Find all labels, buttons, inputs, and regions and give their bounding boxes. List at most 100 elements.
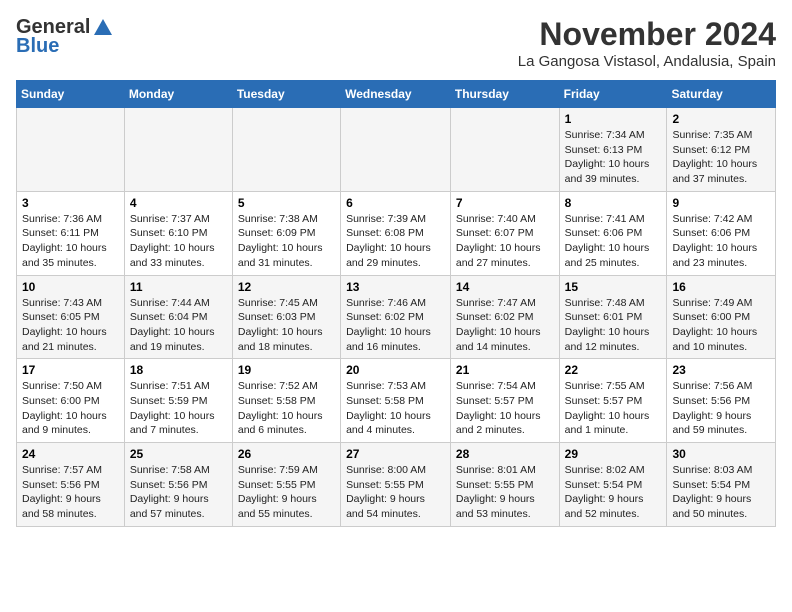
calendar-cell: 23 Sunrise: 7:56 AM Sunset: 5:56 PM Dayli…	[667, 359, 776, 443]
day-number: 11	[130, 280, 227, 294]
day-number: 27	[346, 447, 445, 461]
day-info: Sunrise: 7:36 AM Sunset: 6:11 PM Dayligh…	[22, 212, 119, 271]
day-info: Sunrise: 8:00 AM Sunset: 5:55 PM Dayligh…	[346, 463, 445, 522]
calendar-cell: 6 Sunrise: 7:39 AM Sunset: 6:08 PM Daylig…	[341, 191, 451, 275]
day-info: Sunrise: 7:56 AM Sunset: 5:56 PM Dayligh…	[672, 379, 770, 438]
header: General Blue November 2024 La Gangosa Vi…	[16, 16, 776, 70]
day-number: 24	[22, 447, 119, 461]
week-row-3: 10Sunrise: 7:43 AM Sunset: 6:05 PM Dayli…	[17, 275, 776, 359]
day-info: Sunrise: 7:52 AM Sunset: 5:58 PM Dayligh…	[238, 379, 335, 438]
calendar-cell: 2 Sunrise: 7:35 AM Sunset: 6:12 PM Daylig…	[667, 108, 776, 192]
logo: General Blue	[16, 16, 114, 58]
day-info: Sunrise: 7:34 AM Sunset: 6:13 PM Dayligh…	[565, 128, 662, 187]
day-info: Sunrise: 7:57 AM Sunset: 5:56 PM Dayligh…	[22, 463, 119, 522]
day-number: 8	[565, 196, 662, 210]
calendar-cell: 17 Sunrise: 7:50 AM Sunset: 6:00 PM Dayli…	[17, 359, 125, 443]
calendar-cell: 26 Sunrise: 7:59 AM Sunset: 5:55 PM Dayli…	[232, 443, 340, 527]
calendar-cell: 5 Sunrise: 7:38 AM Sunset: 6:09 PM Daylig…	[232, 191, 340, 275]
day-number: 12	[238, 280, 335, 294]
calendar-cell	[232, 108, 340, 192]
day-info: Sunrise: 7:46 AM Sunset: 6:02 PM Dayligh…	[346, 296, 445, 355]
column-header-tuesday: Tuesday	[232, 81, 340, 108]
day-number: 17	[22, 363, 119, 377]
day-number: 1	[565, 112, 662, 126]
calendar-cell: 18Sunrise: 7:51 AM Sunset: 5:59 PM Dayli…	[124, 359, 232, 443]
day-number: 21	[456, 363, 554, 377]
location-title: La Gangosa Vistasol, Andalusia, Spain	[518, 53, 776, 70]
calendar-cell: 8Sunrise: 7:41 AM Sunset: 6:06 PM Daylig…	[559, 191, 667, 275]
calendar-cell: 4Sunrise: 7:37 AM Sunset: 6:10 PM Daylig…	[124, 191, 232, 275]
calendar-cell	[341, 108, 451, 192]
day-number: 2	[672, 112, 770, 126]
day-number: 18	[130, 363, 227, 377]
week-row-4: 17 Sunrise: 7:50 AM Sunset: 6:00 PM Dayli…	[17, 359, 776, 443]
month-title: November 2024	[518, 16, 776, 53]
week-row-2: 3 Sunrise: 7:36 AM Sunset: 6:11 PM Daylig…	[17, 191, 776, 275]
day-info: Sunrise: 7:59 AM Sunset: 5:55 PM Dayligh…	[238, 463, 335, 522]
calendar-cell: 13 Sunrise: 7:46 AM Sunset: 6:02 PM Dayli…	[341, 275, 451, 359]
day-number: 3	[22, 196, 119, 210]
calendar-cell: 11 Sunrise: 7:44 AM Sunset: 6:04 PM Dayli…	[124, 275, 232, 359]
calendar-cell: 7 Sunrise: 7:40 AM Sunset: 6:07 PM Daylig…	[450, 191, 559, 275]
day-info: Sunrise: 7:55 AM Sunset: 5:57 PM Dayligh…	[565, 379, 662, 438]
title-section: November 2024 La Gangosa Vistasol, Andal…	[518, 16, 776, 70]
day-info: Sunrise: 7:58 AM Sunset: 5:56 PM Dayligh…	[130, 463, 227, 522]
day-info: Sunrise: 7:45 AM Sunset: 6:03 PM Dayligh…	[238, 296, 335, 355]
day-info: Sunrise: 7:35 AM Sunset: 6:12 PM Dayligh…	[672, 128, 770, 187]
calendar-table: SundayMondayTuesdayWednesdayThursdayFrid…	[16, 80, 776, 527]
day-number: 28	[456, 447, 554, 461]
day-info: Sunrise: 7:50 AM Sunset: 6:00 PM Dayligh…	[22, 379, 119, 438]
day-number: 25	[130, 447, 227, 461]
calendar-cell: 27 Sunrise: 8:00 AM Sunset: 5:55 PM Dayli…	[341, 443, 451, 527]
day-number: 15	[565, 280, 662, 294]
column-header-saturday: Saturday	[667, 81, 776, 108]
week-row-5: 24 Sunrise: 7:57 AM Sunset: 5:56 PM Dayli…	[17, 443, 776, 527]
day-number: 7	[456, 196, 554, 210]
day-number: 9	[672, 196, 770, 210]
day-number: 26	[238, 447, 335, 461]
day-info: Sunrise: 8:01 AM Sunset: 5:55 PM Dayligh…	[456, 463, 554, 522]
calendar-cell: 3 Sunrise: 7:36 AM Sunset: 6:11 PM Daylig…	[17, 191, 125, 275]
calendar-cell: 14Sunrise: 7:47 AM Sunset: 6:02 PM Dayli…	[450, 275, 559, 359]
logo-text-blue: Blue	[16, 35, 59, 58]
calendar-cell: 25 Sunrise: 7:58 AM Sunset: 5:56 PM Dayli…	[124, 443, 232, 527]
column-header-sunday: Sunday	[17, 81, 125, 108]
day-info: Sunrise: 7:39 AM Sunset: 6:08 PM Dayligh…	[346, 212, 445, 271]
day-number: 6	[346, 196, 445, 210]
calendar-cell	[124, 108, 232, 192]
day-info: Sunrise: 7:40 AM Sunset: 6:07 PM Dayligh…	[456, 212, 554, 271]
day-number: 19	[238, 363, 335, 377]
calendar-cell: 28 Sunrise: 8:01 AM Sunset: 5:55 PM Dayli…	[450, 443, 559, 527]
week-row-1: 1 Sunrise: 7:34 AM Sunset: 6:13 PM Daylig…	[17, 108, 776, 192]
day-info: Sunrise: 8:03 AM Sunset: 5:54 PM Dayligh…	[672, 463, 770, 522]
day-info: Sunrise: 7:47 AM Sunset: 6:02 PM Dayligh…	[456, 296, 554, 355]
day-number: 23	[672, 363, 770, 377]
day-number: 16	[672, 280, 770, 294]
calendar-cell: 21Sunrise: 7:54 AM Sunset: 5:57 PM Dayli…	[450, 359, 559, 443]
calendar-cell: 30Sunrise: 8:03 AM Sunset: 5:54 PM Dayli…	[667, 443, 776, 527]
day-info: Sunrise: 7:48 AM Sunset: 6:01 PM Dayligh…	[565, 296, 662, 355]
calendar-cell: 20 Sunrise: 7:53 AM Sunset: 5:58 PM Dayli…	[341, 359, 451, 443]
calendar-cell	[450, 108, 559, 192]
day-info: Sunrise: 7:37 AM Sunset: 6:10 PM Dayligh…	[130, 212, 227, 271]
day-info: Sunrise: 7:42 AM Sunset: 6:06 PM Dayligh…	[672, 212, 770, 271]
calendar-cell: 10Sunrise: 7:43 AM Sunset: 6:05 PM Dayli…	[17, 275, 125, 359]
calendar-cell: 9 Sunrise: 7:42 AM Sunset: 6:06 PM Daylig…	[667, 191, 776, 275]
day-number: 20	[346, 363, 445, 377]
day-info: Sunrise: 7:49 AM Sunset: 6:00 PM Dayligh…	[672, 296, 770, 355]
calendar-cell: 1 Sunrise: 7:34 AM Sunset: 6:13 PM Daylig…	[559, 108, 667, 192]
day-number: 5	[238, 196, 335, 210]
day-number: 22	[565, 363, 662, 377]
day-info: Sunrise: 7:38 AM Sunset: 6:09 PM Dayligh…	[238, 212, 335, 271]
day-info: Sunrise: 8:02 AM Sunset: 5:54 PM Dayligh…	[565, 463, 662, 522]
column-header-monday: Monday	[124, 81, 232, 108]
calendar-cell	[17, 108, 125, 192]
day-info: Sunrise: 7:44 AM Sunset: 6:04 PM Dayligh…	[130, 296, 227, 355]
day-number: 13	[346, 280, 445, 294]
day-info: Sunrise: 7:53 AM Sunset: 5:58 PM Dayligh…	[346, 379, 445, 438]
column-header-thursday: Thursday	[450, 81, 559, 108]
logo-icon	[92, 17, 114, 39]
day-info: Sunrise: 7:43 AM Sunset: 6:05 PM Dayligh…	[22, 296, 119, 355]
column-header-wednesday: Wednesday	[341, 81, 451, 108]
calendar-cell: 24 Sunrise: 7:57 AM Sunset: 5:56 PM Dayli…	[17, 443, 125, 527]
